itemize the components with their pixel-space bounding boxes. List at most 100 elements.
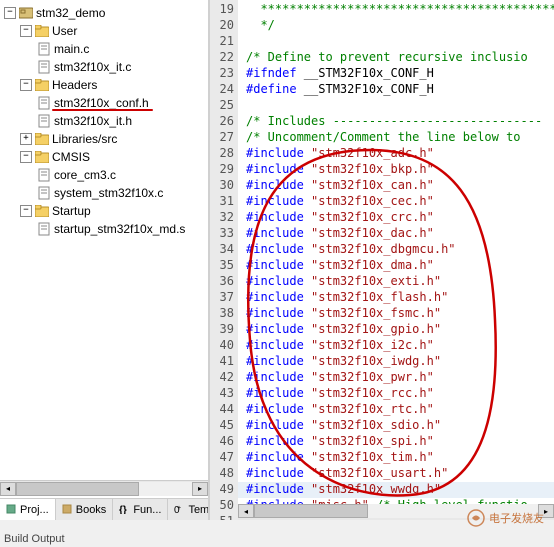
watermark-text: 电子发烧友 [489, 510, 544, 526]
code-editor[interactable]: 1920212223242526272829303132333435363738… [210, 0, 554, 520]
code-content[interactable]: ****************************************… [238, 0, 554, 520]
sidebar-tab[interactable]: 0+Tem... [168, 499, 210, 520]
code-line[interactable]: #include "stm32f10x_crc.h" [238, 210, 554, 226]
code-line[interactable]: #include "stm32f10x_spi.h" [238, 434, 554, 450]
watermark: 电子发烧友 [467, 509, 544, 527]
expand-icon[interactable]: − [20, 79, 32, 91]
code-line[interactable]: /* Includes ----------------------------… [238, 114, 554, 130]
code-line[interactable]: #include "stm32f10x_pwr.h" [238, 370, 554, 386]
project-sidebar: −stm32_demo−Usermain.cstm32f10x_it.c−Hea… [0, 0, 210, 520]
line-number: 34 [210, 242, 238, 258]
tree-folder[interactable]: − Headers [2, 76, 206, 94]
sidebar-tabs: Proj...Books{}Fun...0+Tem... [0, 498, 208, 520]
code-line[interactable]: #include "stm32f10x_i2c.h" [238, 338, 554, 354]
project-tree[interactable]: −stm32_demo−Usermain.cstm32f10x_it.c−Hea… [0, 0, 208, 242]
line-gutter: 1920212223242526272829303132333435363738… [210, 0, 238, 520]
code-line[interactable]: ****************************************… [238, 2, 554, 18]
code-line[interactable]: #include "stm32f10x_iwdg.h" [238, 354, 554, 370]
tree-folder[interactable]: −User [2, 22, 206, 40]
code-line[interactable]: #include "stm32f10x_exti.h" [238, 274, 554, 290]
code-line[interactable]: */ [238, 18, 554, 34]
scroll-left-button[interactable]: ◂ [0, 482, 16, 496]
code-line[interactable]: #include "stm32f10x_usart.h" [238, 466, 554, 482]
code-line[interactable]: #include "stm32f10x_rcc.h" [238, 386, 554, 402]
code-line[interactable]: #include "stm32f10x_gpio.h" [238, 322, 554, 338]
folder-icon [34, 23, 50, 39]
line-number: 41 [210, 354, 238, 370]
tab-icon [6, 504, 18, 516]
folder-icon [34, 131, 50, 147]
code-line[interactable]: #include "stm32f10x_dma.h" [238, 258, 554, 274]
tree-file[interactable]: startup_stm32f10x_md.s [2, 220, 206, 238]
tree-label: startup_stm32f10x_md.s [54, 222, 185, 236]
expand-icon[interactable]: − [20, 205, 32, 217]
tree-root[interactable]: − stm32_demo [2, 4, 206, 22]
line-number: 45 [210, 418, 238, 434]
line-number: 39 [210, 322, 238, 338]
code-line[interactable]: #include "stm32f10x_wwdg.h" [238, 482, 554, 498]
tree-folder[interactable]: − Startup [2, 202, 206, 220]
expand-icon[interactable]: − [4, 7, 16, 19]
tree-folder[interactable]: +Libraries/src [2, 130, 206, 148]
sidebar-tab[interactable]: Proj... [0, 499, 56, 520]
file-icon [36, 167, 52, 183]
scroll-thumb[interactable] [254, 504, 368, 518]
folder-icon [34, 149, 50, 165]
line-number: 21 [210, 34, 238, 50]
tree-label: main.c [54, 42, 89, 56]
sidebar-scrollbar-h[interactable]: ◂ ▸ [0, 480, 208, 496]
code-line[interactable]: #include "stm32f10x_dac.h" [238, 226, 554, 242]
code-line[interactable]: #include "stm32f10x_bkp.h" [238, 162, 554, 178]
code-line[interactable]: /* Uncomment/Comment the line below to [238, 130, 554, 146]
code-line[interactable] [238, 34, 554, 50]
sidebar-tab[interactable]: {}Fun... [113, 499, 168, 520]
tab-label: Fun... [133, 504, 161, 516]
code-line[interactable]: /* Define to prevent recursive inclusio [238, 50, 554, 66]
code-line[interactable] [238, 98, 554, 114]
line-number: 46 [210, 434, 238, 450]
scroll-track[interactable] [16, 482, 192, 496]
tab-label: Books [76, 504, 107, 516]
expand-icon[interactable]: + [20, 133, 32, 145]
scroll-thumb[interactable] [16, 482, 139, 496]
code-line[interactable]: #include "stm32f10x_tim.h" [238, 450, 554, 466]
scroll-right-button[interactable]: ▸ [192, 482, 208, 496]
scroll-left-button[interactable]: ◂ [238, 504, 254, 518]
line-number: 48 [210, 466, 238, 482]
tree-label: stm32_demo [36, 6, 105, 20]
code-line[interactable]: #include "stm32f10x_fsmc.h" [238, 306, 554, 322]
tab-icon: {} [119, 504, 131, 516]
tree-label: Headers [52, 78, 97, 92]
code-line[interactable]: #include "stm32f10x_adc.h" [238, 146, 554, 162]
code-line[interactable]: #ifndef __STM32F10x_CONF_H [238, 66, 554, 82]
tree-file[interactable]: main.c [2, 40, 206, 58]
line-number: 44 [210, 402, 238, 418]
tree-label: core_cm3.c [54, 168, 116, 182]
code-line[interactable]: #define __STM32F10x_CONF_H [238, 82, 554, 98]
file-icon [36, 221, 52, 237]
code-line[interactable]: #include "stm32f10x_cec.h" [238, 194, 554, 210]
file-icon [36, 113, 52, 129]
tree-file[interactable]: system_stm32f10x.c [2, 184, 206, 202]
tree-label: CMSIS [52, 150, 90, 164]
tree-label: Startup [52, 204, 91, 218]
code-line[interactable]: #include "stm32f10x_rtc.h" [238, 402, 554, 418]
tree-folder[interactable]: − CMSIS [2, 148, 206, 166]
code-line[interactable]: #include "stm32f10x_dbgmcu.h" [238, 242, 554, 258]
code-line[interactable]: #include "stm32f10x_sdio.h" [238, 418, 554, 434]
svg-text:+: + [177, 505, 181, 512]
tree-file[interactable]: core_cm3.c [2, 166, 206, 184]
expand-icon[interactable]: − [20, 25, 32, 37]
code-line[interactable]: #include "stm32f10x_can.h" [238, 178, 554, 194]
status-bar: Build Output [4, 533, 65, 545]
tab-icon: 0+ [174, 504, 186, 516]
sidebar-tab[interactable]: Books [56, 499, 114, 520]
tree-file[interactable]: stm32f10x_conf.h [2, 94, 206, 112]
line-number: 32 [210, 210, 238, 226]
code-line[interactable]: #include "stm32f10x_flash.h" [238, 290, 554, 306]
tree-file[interactable]: stm32f10x_it.h [2, 112, 206, 130]
tree-file[interactable]: stm32f10x_it.c [2, 58, 206, 76]
file-icon [36, 185, 52, 201]
expand-icon[interactable]: − [20, 151, 32, 163]
line-number: 47 [210, 450, 238, 466]
